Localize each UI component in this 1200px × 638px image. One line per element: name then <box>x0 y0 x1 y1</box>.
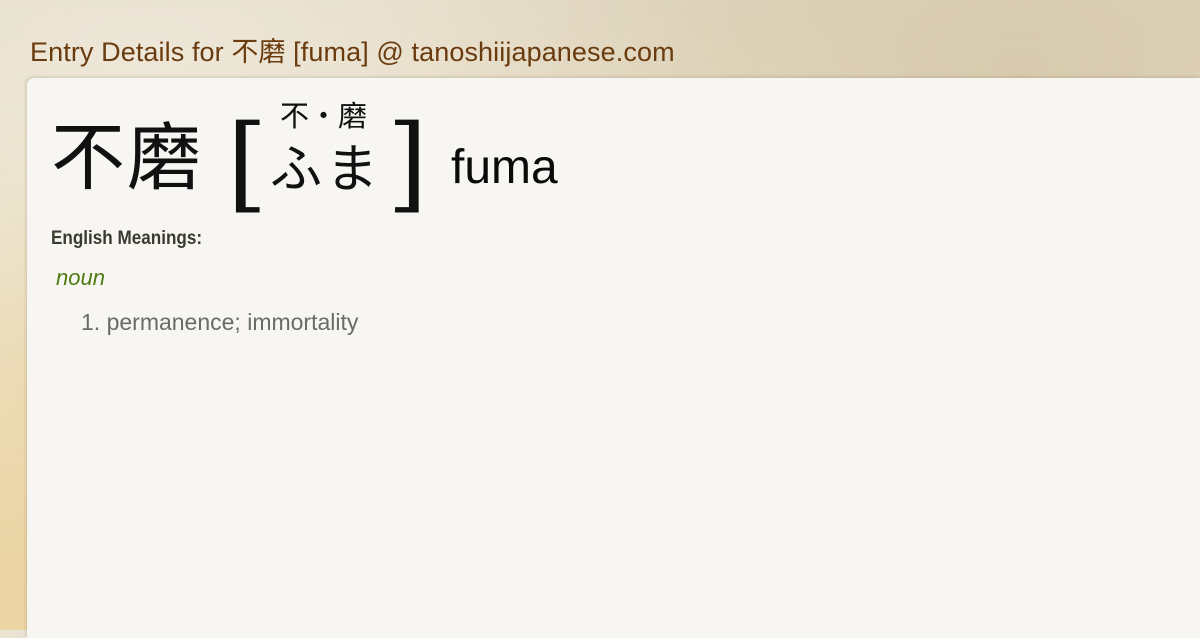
page-title: Entry Details for 不磨 [fuma] @ tanoshiija… <box>30 37 675 67</box>
entry-card: 不磨 [ 不・磨 ふま ] fuma English Meanings: nou… <box>27 78 1200 638</box>
meanings-heading: English Meanings: <box>51 228 203 249</box>
part-of-speech: noun <box>56 265 105 290</box>
meaning-item: 1. permanence; immortality <box>81 309 359 335</box>
entry-reading: ふま <box>270 140 383 200</box>
reading-bracket-close: ] <box>387 102 428 224</box>
entry-kanji: 不磨 <box>51 115 203 201</box>
reading-bracket-open: [ <box>227 102 268 224</box>
meaning-list: 1. permanence; immortality <box>81 309 358 336</box>
entry-romaji: fuma <box>451 141 558 194</box>
furigana-annotation: 不・磨 <box>280 99 368 133</box>
